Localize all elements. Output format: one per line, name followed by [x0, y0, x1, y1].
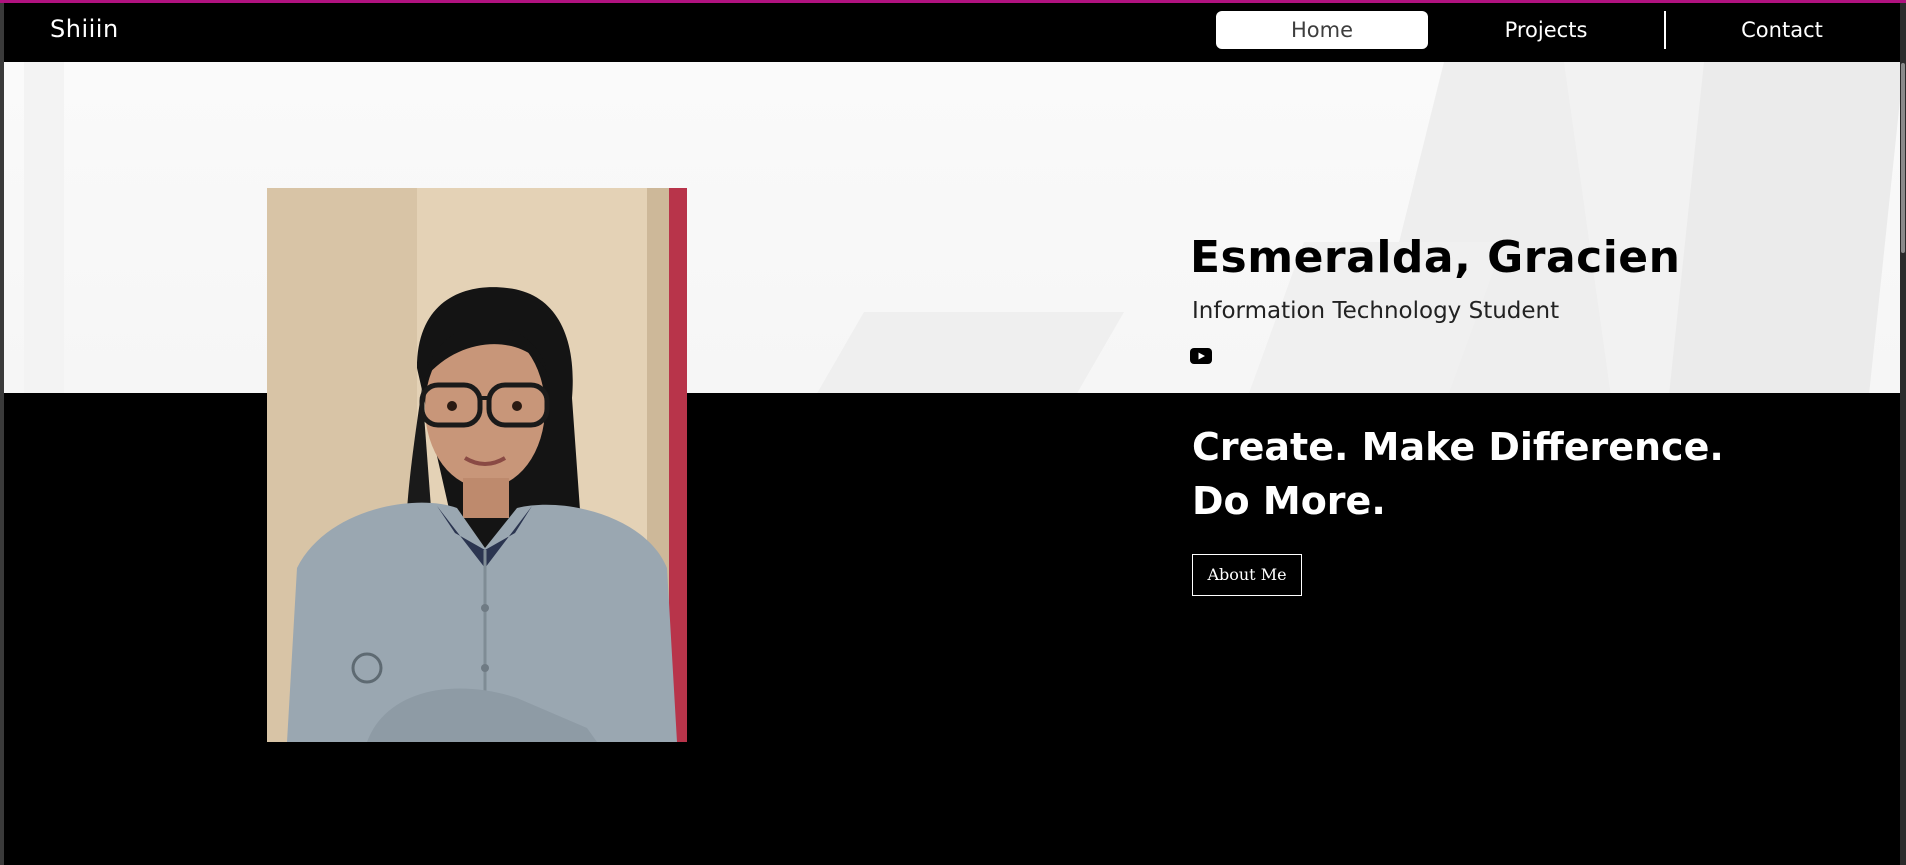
- nav-home[interactable]: Home: [1216, 11, 1428, 49]
- page: Shiiin Home Projects Contact Esmeralda, …: [0, 0, 1906, 865]
- about-me-button[interactable]: About Me: [1192, 554, 1302, 596]
- tagline-line-2: Do More.: [1192, 479, 1386, 523]
- profile-photo-illustration: [267, 188, 687, 742]
- youtube-icon[interactable]: [1190, 348, 1212, 364]
- scrollbar[interactable]: [1900, 3, 1906, 865]
- nav-projects[interactable]: Projects: [1428, 11, 1664, 49]
- background-shard: [794, 312, 1124, 393]
- site-logo[interactable]: Shiiin: [50, 15, 119, 43]
- hero-tagline: Create. Make Difference. Do More.: [1192, 420, 1724, 528]
- background-shard: [24, 62, 64, 393]
- tagline-line-1: Create. Make Difference.: [1192, 425, 1724, 469]
- nav-contact[interactable]: Contact: [1666, 11, 1898, 49]
- profile-name: Esmeralda, Gracien: [1190, 232, 1681, 283]
- profile-subtitle: Information Technology Student: [1192, 298, 1560, 324]
- profile-photo: [267, 188, 687, 742]
- scrollbar-thumb[interactable]: [1901, 63, 1905, 253]
- site-header: Shiiin Home Projects Contact: [4, 3, 1900, 62]
